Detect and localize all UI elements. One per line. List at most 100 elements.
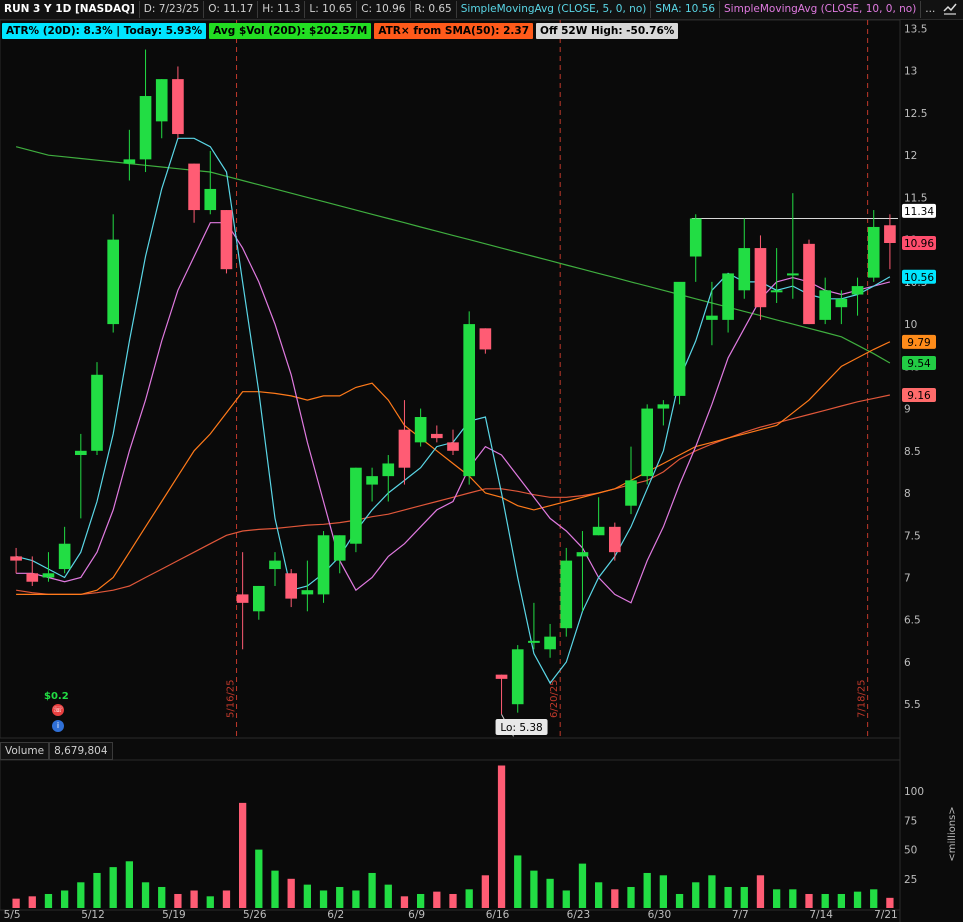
volume-bar	[93, 872, 101, 908]
candle-body	[479, 328, 492, 350]
date-tick-label: 6/23	[567, 909, 591, 921]
earnings-phone-icon[interactable]: ☏	[52, 704, 64, 716]
volume-bar	[109, 867, 117, 908]
date-marker-label: 7/18/25	[857, 679, 868, 718]
volume-bar	[174, 893, 182, 908]
price-tag-label: 9.79	[907, 337, 930, 349]
date-tick-label: 5/12	[81, 909, 105, 921]
price-tick-label: 10	[904, 319, 917, 331]
volume-bar	[692, 882, 700, 908]
volume-bar	[756, 875, 765, 908]
volume-bar	[60, 890, 69, 908]
volume-bar	[141, 882, 150, 908]
candle-body	[91, 374, 103, 451]
candle-body	[447, 442, 459, 451]
candle-body	[155, 79, 168, 122]
candle-body	[26, 573, 39, 582]
high-label: H: 11.3	[258, 1, 306, 18]
volume-bar	[255, 849, 263, 908]
candle-body	[528, 640, 540, 643]
volume-bar	[416, 893, 425, 908]
volume-bar	[158, 886, 166, 908]
price-tick-label: 5.5	[904, 699, 921, 711]
candle-body	[770, 290, 783, 293]
candle-body	[803, 243, 815, 325]
volume-bar	[222, 890, 231, 908]
candle-body	[252, 585, 265, 612]
candle-body	[58, 543, 71, 570]
volume-bar	[805, 893, 813, 908]
price-tick-label: 7.5	[904, 530, 921, 542]
volume-bar	[400, 896, 409, 908]
volume-bar	[821, 893, 829, 908]
sma10-study-label[interactable]: SimpleMovingAvg (CLOSE, 10, 0, no)	[720, 1, 922, 18]
price-tick-label: 6.5	[904, 615, 921, 627]
dividend-amount: $0.2	[44, 691, 69, 702]
candle-body	[495, 674, 508, 679]
info-bulb-icon[interactable]: i	[52, 720, 64, 732]
candle-body	[835, 298, 848, 308]
candle-body	[786, 273, 799, 276]
candle-body	[544, 636, 556, 650]
candle-body	[301, 590, 314, 595]
more-studies-label[interactable]: ...	[921, 1, 939, 18]
candle-body	[123, 159, 136, 164]
price-tick-label: 13.5	[904, 23, 927, 35]
candle-body	[188, 163, 200, 211]
price-tick-label: 9	[904, 404, 911, 416]
dividend-event[interactable]: $0.2	[44, 691, 69, 702]
volume-bar	[206, 896, 214, 908]
volume-bar	[449, 893, 457, 908]
volume-bar	[659, 875, 668, 908]
volume-bar	[627, 886, 635, 908]
price-tag-label: 10.56	[904, 272, 934, 284]
candle-body	[673, 281, 686, 396]
volume-bar	[77, 882, 85, 908]
volume-bar	[853, 891, 862, 908]
candle-body	[172, 79, 184, 135]
candle-body	[398, 429, 411, 468]
volume-bar	[546, 878, 554, 908]
volume-bar	[28, 896, 36, 908]
date-tick-label: 5/5	[4, 909, 21, 921]
candle-body	[819, 290, 832, 320]
candle-body	[867, 226, 880, 278]
range-label: R: 0.65	[411, 1, 457, 18]
candle-body	[10, 556, 22, 561]
sma5-study-label[interactable]: SimpleMovingAvg (CLOSE, 5, 0, no)	[457, 1, 652, 18]
volume-bar	[481, 875, 490, 908]
candle-body	[641, 408, 654, 477]
date-tick-label: 7/7	[732, 909, 749, 921]
candle-body	[366, 476, 378, 485]
avg-dollar-volume-badge: Avg $Vol (20D): $202.57M	[209, 23, 372, 39]
candle-body	[851, 286, 864, 295]
volume-bar	[886, 897, 894, 908]
volume-tick-label: 50	[904, 845, 917, 857]
candle-body	[560, 560, 573, 629]
volume-bar	[303, 884, 312, 908]
date-tick-label: 6/30	[648, 909, 672, 921]
volume-tick-label: 75	[904, 815, 917, 827]
date-tick-label: 6/16	[486, 909, 510, 921]
volume-bar	[643, 872, 651, 908]
symbol-label[interactable]: RUN 3 Y 1D [NASDAQ]	[0, 1, 140, 18]
chart-stage[interactable]: 13.51312.51211.51110.5109.598.587.576.56…	[0, 0, 963, 922]
candle-body	[511, 649, 524, 705]
price-pane	[0, 19, 901, 739]
price-tag-label: 9.16	[907, 390, 931, 402]
candle-body	[884, 225, 896, 244]
volume-bar	[384, 884, 392, 908]
price-chart[interactable]: 13.51312.51211.51110.5109.598.587.576.56…	[0, 0, 963, 922]
date-tick-label: 6/2	[327, 909, 344, 921]
candle-body	[220, 210, 233, 270]
candle-body	[625, 480, 637, 506]
candle-body	[657, 404, 670, 409]
volume-bar	[465, 889, 473, 908]
volume-bar	[594, 882, 603, 908]
candle-body	[576, 552, 589, 557]
price-tag-label: 11.34	[904, 206, 934, 218]
volume-bar	[789, 889, 797, 908]
chart-settings-icon[interactable]	[941, 1, 959, 17]
volume-bar	[514, 855, 522, 908]
date-marker-label: 5/16/25	[226, 679, 237, 718]
